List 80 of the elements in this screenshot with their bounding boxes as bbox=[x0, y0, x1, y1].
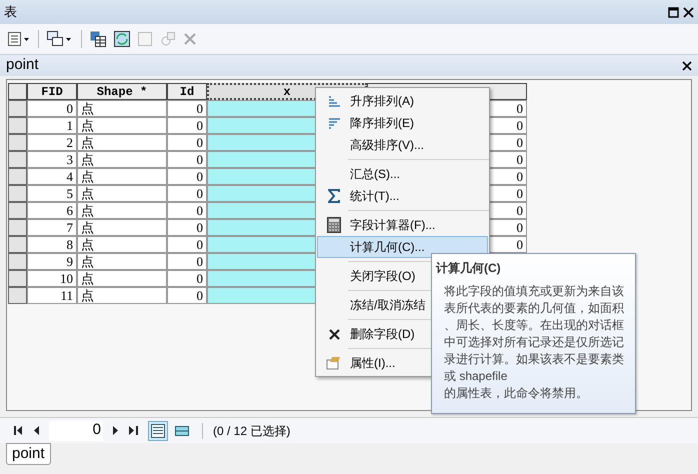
table-cell: 点 bbox=[77, 185, 167, 202]
table-cell: 2 bbox=[27, 134, 77, 151]
record-number-field[interactable]: 0 bbox=[49, 420, 103, 440]
menu-item[interactable]: 计算几何(C)... bbox=[317, 236, 488, 258]
table-cell: 7 bbox=[27, 219, 77, 236]
table-cell: 0 bbox=[167, 202, 207, 219]
next-record-icon[interactable] bbox=[113, 426, 119, 435]
table-tab[interactable]: point bbox=[6, 443, 51, 465]
table-cell: 点 bbox=[77, 202, 167, 219]
sort-ascending-icon bbox=[328, 95, 340, 107]
table-cell: 10 bbox=[27, 270, 77, 287]
row-header[interactable] bbox=[8, 270, 27, 287]
tooltip-description: 将此字段的值填充或更新为来自该表所代表的要素的几何值，如面积、周长、长度等。在出现的对话框中可选择对所有记录还是仅所选记录进行计算。如果该表不是要素类或 shapefile 的属性表，此命令将禁用。 bbox=[444, 283, 625, 402]
all-records-icon bbox=[151, 424, 165, 438]
tooltip-title: 计算几何(C) bbox=[436, 260, 502, 277]
table-cell: 1 bbox=[27, 117, 77, 134]
table-cell: 0 bbox=[167, 219, 207, 236]
table-options-icon[interactable] bbox=[8, 32, 30, 46]
table-cell: 0 bbox=[167, 270, 207, 287]
row-header[interactable] bbox=[8, 253, 27, 270]
selection-count: (0 / 12 已选择) bbox=[213, 422, 290, 440]
close-icon[interactable] bbox=[683, 6, 694, 18]
properties-icon bbox=[326, 356, 342, 370]
table-cell: 6 bbox=[27, 202, 77, 219]
table-cell: 点 bbox=[77, 253, 167, 270]
select-by-attributes-icon[interactable] bbox=[90, 31, 106, 47]
row-header[interactable] bbox=[8, 100, 27, 117]
row-header[interactable] bbox=[8, 168, 27, 185]
show-all-records-button[interactable] bbox=[148, 420, 168, 440]
table-cell: 点 bbox=[77, 219, 167, 236]
table-cell: 0 bbox=[167, 253, 207, 270]
table-cell: 点 bbox=[77, 168, 167, 185]
maximize-icon[interactable] bbox=[668, 6, 679, 18]
table-cell: 点 bbox=[77, 134, 167, 151]
table-cell: 0 bbox=[167, 236, 207, 253]
table-cell: 9 bbox=[27, 253, 77, 270]
window-title: 表 bbox=[4, 3, 17, 22]
delete-x-icon bbox=[328, 328, 340, 340]
row-header[interactable] bbox=[8, 151, 27, 168]
table-cell: 0 bbox=[167, 287, 207, 304]
table-cell: 点 bbox=[77, 117, 167, 134]
row-header[interactable] bbox=[8, 202, 27, 219]
table-cell: 0 bbox=[167, 151, 207, 168]
column-header[interactable]: Id bbox=[167, 83, 207, 100]
table-cell: 点 bbox=[77, 287, 167, 304]
table-cell: 0 bbox=[27, 100, 77, 117]
table-cell: 0 bbox=[167, 117, 207, 134]
calculator-icon bbox=[327, 217, 341, 233]
table-cell: 11 bbox=[27, 287, 77, 304]
selected-records-icon bbox=[175, 426, 189, 436]
previous-record-icon[interactable] bbox=[33, 426, 39, 435]
table-cell: 5 bbox=[27, 185, 77, 202]
first-record-icon[interactable] bbox=[14, 426, 23, 435]
table-cell: 点 bbox=[77, 100, 167, 117]
table-cell: 4 bbox=[27, 168, 77, 185]
table-cell: 0 bbox=[167, 185, 207, 202]
table-cell: 0 bbox=[167, 134, 207, 151]
sort-descending-icon bbox=[328, 117, 340, 129]
table-name: point bbox=[6, 55, 39, 76]
last-record-icon[interactable] bbox=[129, 426, 138, 435]
row-header-corner bbox=[8, 83, 27, 100]
sigma-icon bbox=[328, 189, 340, 203]
table-cell: 点 bbox=[77, 236, 167, 253]
table-cell: 0 bbox=[167, 168, 207, 185]
close-icon[interactable] bbox=[682, 60, 692, 70]
row-header[interactable] bbox=[8, 117, 27, 134]
row-header[interactable] bbox=[8, 134, 27, 151]
table-cell: 3 bbox=[27, 151, 77, 168]
switch-selection-icon[interactable] bbox=[114, 31, 130, 47]
row-header[interactable] bbox=[8, 185, 27, 202]
row-header[interactable] bbox=[8, 287, 27, 304]
table-cell: 点 bbox=[77, 270, 167, 287]
row-header[interactable] bbox=[8, 236, 27, 253]
table-cell: 点 bbox=[77, 151, 167, 168]
related-tables-icon[interactable] bbox=[47, 31, 73, 47]
row-header[interactable] bbox=[8, 219, 27, 236]
table-cell: 8 bbox=[27, 236, 77, 253]
column-header[interactable]: FID bbox=[27, 83, 77, 100]
table-cell: 0 bbox=[167, 100, 207, 117]
column-header[interactable]: Shape * bbox=[77, 83, 167, 100]
